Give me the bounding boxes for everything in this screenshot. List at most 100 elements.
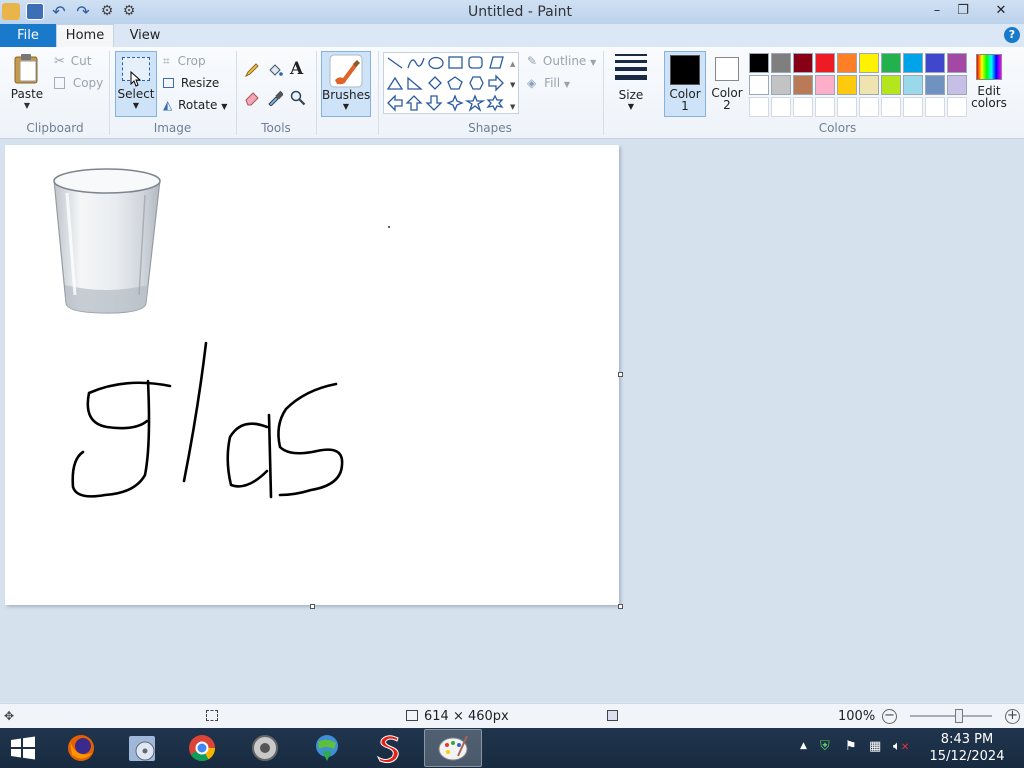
volume-muted-icon[interactable]: 🔈︎✕ xyxy=(893,739,909,754)
media-app-taskbar-button[interactable] xyxy=(115,729,169,767)
palette-custom-color-slot[interactable] xyxy=(837,97,857,117)
paint-taskbar-button[interactable] xyxy=(424,729,482,767)
size-button[interactable]: Size ▼ xyxy=(609,51,653,117)
palette-custom-color-slot[interactable] xyxy=(771,97,791,117)
right-triangle-shape-icon[interactable] xyxy=(407,76,423,90)
palette-custom-color-slot[interactable] xyxy=(749,97,769,117)
palette-custom-color-slot[interactable] xyxy=(881,97,901,117)
chrome-taskbar-button[interactable] xyxy=(175,729,229,767)
drawing-canvas[interactable] xyxy=(5,145,619,605)
help-button[interactable]: ? xyxy=(1004,27,1020,43)
rotate-button[interactable]: ◭ Rotate ▼ xyxy=(163,98,227,112)
triangle-shape-icon[interactable] xyxy=(386,76,404,90)
left-arrow-shape-icon[interactable] xyxy=(387,94,403,112)
edit-colors-button[interactable]: Edit colors xyxy=(969,51,1009,117)
palette-custom-color-slot[interactable] xyxy=(947,97,967,117)
show-hidden-icons-icon[interactable]: ▲ xyxy=(800,741,807,751)
text-tool-icon[interactable]: A xyxy=(290,59,303,79)
palette-custom-color-slot[interactable] xyxy=(859,97,879,117)
resize-handle-right[interactable] xyxy=(618,372,623,377)
gallery-scroll-up-icon[interactable]: ▲ xyxy=(510,60,516,68)
action-center-flag-icon[interactable]: ⚑ xyxy=(845,739,857,754)
line-shape-icon[interactable] xyxy=(387,57,403,69)
down-arrow-shape-icon[interactable] xyxy=(425,95,443,111)
palette-color-swatch[interactable] xyxy=(881,53,901,73)
resize-handle-bottom[interactable] xyxy=(310,604,315,609)
palette-color-swatch[interactable] xyxy=(925,75,945,95)
palette-color-swatch[interactable] xyxy=(881,75,901,95)
palette-color-swatch[interactable] xyxy=(793,75,813,95)
palette-color-swatch[interactable] xyxy=(859,53,879,73)
clipboard-icon xyxy=(14,54,38,84)
palette-color-swatch[interactable] xyxy=(903,75,923,95)
palette-color-swatch[interactable] xyxy=(749,75,769,95)
palette-color-swatch[interactable] xyxy=(837,75,857,95)
resize-handle-corner[interactable] xyxy=(618,604,623,609)
color2-button[interactable]: Color 2 xyxy=(707,51,747,117)
hexagon-shape-icon[interactable] xyxy=(469,76,484,90)
crop-button[interactable]: ⌗ Crop xyxy=(163,54,206,69)
eraser-icon[interactable] xyxy=(244,90,260,106)
oval-shape-icon[interactable] xyxy=(428,56,444,70)
copy-button[interactable]: Copy xyxy=(54,76,103,90)
palette-color-swatch[interactable] xyxy=(793,53,813,73)
palette-custom-color-slot[interactable] xyxy=(793,97,813,117)
palette-color-swatch[interactable] xyxy=(837,53,857,73)
tab-view[interactable]: View xyxy=(118,24,172,47)
gallery-scroll-down-icon[interactable]: ▼ xyxy=(510,81,516,89)
color-picker-icon[interactable] xyxy=(267,90,283,106)
zoom-out-button[interactable]: − xyxy=(882,709,897,724)
close-button[interactable]: ✕ xyxy=(984,1,1018,21)
right-arrow-shape-icon[interactable] xyxy=(488,74,504,92)
resize-button[interactable]: Resize xyxy=(163,76,219,90)
palette-custom-color-slot[interactable] xyxy=(815,97,835,117)
tab-home[interactable]: Home xyxy=(56,24,114,48)
network-icon[interactable]: ▦ xyxy=(869,739,881,754)
brushes-button[interactable]: Brushes ▼ xyxy=(321,51,371,117)
firefox-taskbar-button[interactable] xyxy=(54,729,108,767)
color1-button[interactable]: Color 1 xyxy=(664,51,706,117)
palette-color-swatch[interactable] xyxy=(771,75,791,95)
diamond-shape-icon[interactable] xyxy=(428,76,442,90)
six-point-star-shape-icon[interactable] xyxy=(486,94,504,112)
clock-date[interactable]: 15/12/2024 xyxy=(920,749,1014,764)
tab-file[interactable]: File xyxy=(0,24,56,47)
palette-color-swatch[interactable] xyxy=(749,53,769,73)
zoom-slider-track[interactable] xyxy=(910,715,992,717)
settings-taskbar-button[interactable] xyxy=(238,729,292,767)
curve-shape-icon[interactable] xyxy=(407,57,425,69)
palette-color-swatch[interactable] xyxy=(771,53,791,73)
security-shield-icon[interactable]: ⛨ xyxy=(820,739,830,754)
palette-color-swatch[interactable] xyxy=(903,53,923,73)
five-point-star-shape-icon[interactable] xyxy=(464,94,486,112)
gallery-expand-icon[interactable]: ▼ xyxy=(510,103,516,111)
rounded-rectangle-shape-icon[interactable] xyxy=(468,56,483,69)
up-arrow-shape-icon[interactable] xyxy=(405,95,423,111)
clock-time[interactable]: 8:43 PM xyxy=(920,732,1014,747)
palette-color-swatch[interactable] xyxy=(947,53,967,73)
four-point-star-shape-icon[interactable] xyxy=(446,94,464,112)
palette-color-swatch[interactable] xyxy=(859,75,879,95)
maximize-button[interactable]: ❐ xyxy=(948,1,978,21)
palette-color-swatch[interactable] xyxy=(815,75,835,95)
polygon-shape-icon[interactable] xyxy=(489,56,504,69)
palette-color-swatch[interactable] xyxy=(815,53,835,73)
fill-bucket-icon[interactable] xyxy=(267,62,283,78)
pentagon-shape-icon[interactable] xyxy=(447,76,463,90)
zoom-in-button[interactable]: + xyxy=(1005,709,1020,724)
fill-button[interactable]: ◈ Fill ▼ xyxy=(527,76,570,90)
s-app-taskbar-button[interactable] xyxy=(362,729,416,767)
magnifier-icon[interactable] xyxy=(290,90,306,106)
pencil-icon[interactable] xyxy=(244,62,260,78)
rectangle-shape-icon[interactable] xyxy=(448,56,463,69)
zoom-slider-thumb[interactable] xyxy=(955,709,964,723)
paste-button[interactable]: Paste ▼ xyxy=(6,51,48,115)
palette-color-swatch[interactable] xyxy=(925,53,945,73)
outline-button[interactable]: ✎ Outline ▼ xyxy=(527,54,596,68)
start-button[interactable] xyxy=(6,734,40,762)
palette-custom-color-slot[interactable] xyxy=(925,97,945,117)
cut-button[interactable]: ✂ Cut xyxy=(54,54,91,69)
palette-color-swatch[interactable] xyxy=(947,75,967,95)
download-manager-taskbar-button[interactable] xyxy=(300,729,354,767)
palette-custom-color-slot[interactable] xyxy=(903,97,923,117)
